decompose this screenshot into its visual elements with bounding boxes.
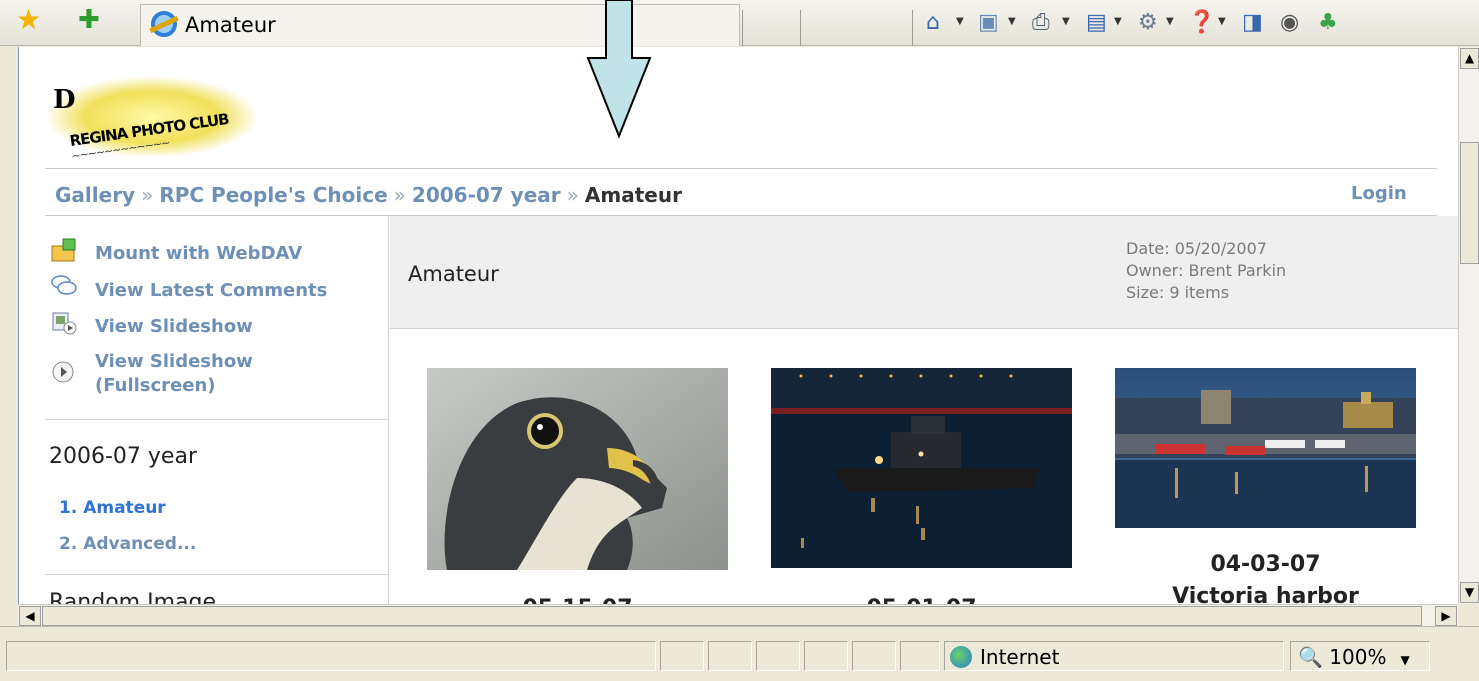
album-date: Date: 05/20/2007 xyxy=(1126,239,1267,258)
tab-bar: ★ ✚ Amateur ⌂ ▼ ▣ ▼ ⎙ ▼ ▤ ▼ ⚙ ▼ ❓ ▼ ◨ ◉ ♣ xyxy=(0,0,1479,46)
scroll-left-button[interactable]: ◀ xyxy=(19,606,41,626)
breadcrumb-peoples-choice[interactable]: RPC People's Choice xyxy=(159,183,387,207)
vertical-scrollbar[interactable]: ▲ ▼ xyxy=(1458,47,1479,604)
zoom-magnifier-icon: 🔍 xyxy=(1298,645,1323,669)
breadcrumb-gallery[interactable]: Gallery xyxy=(55,183,135,207)
security-zone[interactable]: Internet xyxy=(950,645,1059,669)
sidebar-item-advanced[interactable]: 2. Advanced... xyxy=(59,534,196,554)
camera-tripod-icon: D xyxy=(53,85,76,115)
photo-caption[interactable]: 04-03-07 xyxy=(1115,550,1416,579)
messenger-icon[interactable]: ◉ xyxy=(1280,10,1299,36)
globe-icon xyxy=(950,646,972,668)
photo-thumbnail-falcon[interactable] xyxy=(427,368,728,570)
browser-window: ★ ✚ Amateur ⌂ ▼ ▣ ▼ ⎙ ▼ ▤ ▼ ⚙ ▼ ❓ ▼ ◨ ◉ ♣ D RE… xyxy=(0,0,1479,681)
research-icon[interactable]: ◨ xyxy=(1242,10,1263,36)
sidebar-next-section: Random Image xyxy=(49,590,216,604)
album-header: Amateur Date: 05/20/2007 Owner: Brent Pa… xyxy=(390,216,1458,329)
feeds-icon[interactable]: ▣ xyxy=(978,10,999,36)
site-logo[interactable]: D REGINA PHOTO CLUB ~~~~~~~~~~~~ xyxy=(47,77,267,163)
tools-gear-icon[interactable]: ⚙ xyxy=(1138,10,1158,36)
photo-caption[interactable]: 05-15-07 xyxy=(427,594,728,604)
scroll-down-button[interactable]: ▼ xyxy=(1460,582,1479,603)
album-owner: Owner: Brent Parkin xyxy=(1126,261,1287,280)
comments-icon xyxy=(51,275,77,295)
link-label: View Latest Comments xyxy=(95,280,328,301)
add-favorites-icon[interactable]: ✚ xyxy=(78,6,100,34)
page-icon[interactable]: ▤ xyxy=(1086,10,1107,36)
status-bar: Internet 🔍 100% ▼ xyxy=(0,626,1479,681)
annotation-down-arrow xyxy=(586,0,652,139)
help-icon[interactable]: ❓ xyxy=(1188,10,1215,36)
breadcrumb: Gallery» RPC People's Choice» 2006-07 year… xyxy=(55,183,682,207)
vertical-scroll-thumb[interactable] xyxy=(1460,142,1479,264)
sidebar-item-amateur[interactable]: 1. Amateur xyxy=(59,498,166,518)
photo-caption[interactable]: 05-01-07 xyxy=(771,594,1072,604)
album-title: Amateur xyxy=(408,262,499,286)
horizontal-scrollbar[interactable]: ◀ ▶ xyxy=(18,604,1458,626)
zoom-control[interactable]: 🔍 100% ▼ xyxy=(1298,645,1410,669)
photo-thumbnail-harbor[interactable] xyxy=(1115,368,1416,528)
status-text-cell xyxy=(6,641,656,671)
horizontal-scroll-thumb[interactable] xyxy=(42,606,1422,626)
home-icon[interactable]: ⌂ xyxy=(926,10,940,36)
sidebar-section-title: 2006-07 year xyxy=(49,444,197,469)
zoom-level: 100% xyxy=(1329,645,1387,669)
slideshow-icon xyxy=(52,312,77,335)
print-icon[interactable]: ⎙ xyxy=(1032,10,1050,36)
page-viewport: D REGINA PHOTO CLUB ~~~~~~~~~~~~ Gallery… xyxy=(18,47,1458,604)
favorites-star-icon[interactable]: ★ xyxy=(16,6,41,34)
breadcrumb-current: Amateur xyxy=(584,183,682,207)
photo-caption-line2[interactable]: Victoria harbor xyxy=(1115,582,1416,604)
play-circle-icon xyxy=(52,361,74,383)
photo-thumbnail-tugboat[interactable] xyxy=(771,368,1072,568)
zone-label: Internet xyxy=(980,645,1060,669)
chevron-down-icon[interactable]: ▼ xyxy=(1400,653,1409,667)
link-label: View Slideshow xyxy=(95,316,253,337)
breadcrumb-year[interactable]: 2006-07 year xyxy=(412,183,561,207)
album-meta: Date: 05/20/2007 Owner: Brent Parkin Siz… xyxy=(1126,238,1286,304)
extra-tool-icon[interactable]: ♣ xyxy=(1318,10,1338,36)
webdav-folder-icon xyxy=(51,238,76,262)
login-link[interactable]: Login xyxy=(1351,183,1407,204)
link-label: View Slideshow (Fullscreen) xyxy=(95,351,253,396)
album-size: Size: 9 items xyxy=(1126,283,1230,302)
tab-title: Amateur xyxy=(185,13,276,37)
link-label: Mount with WebDAV xyxy=(95,243,303,264)
ie-page-icon xyxy=(151,11,177,37)
scroll-up-button[interactable]: ▲ xyxy=(1460,48,1479,69)
scroll-right-button[interactable]: ▶ xyxy=(1435,606,1457,626)
sidebar: Mount with WebDAV View Latest Comments V… xyxy=(45,216,389,604)
